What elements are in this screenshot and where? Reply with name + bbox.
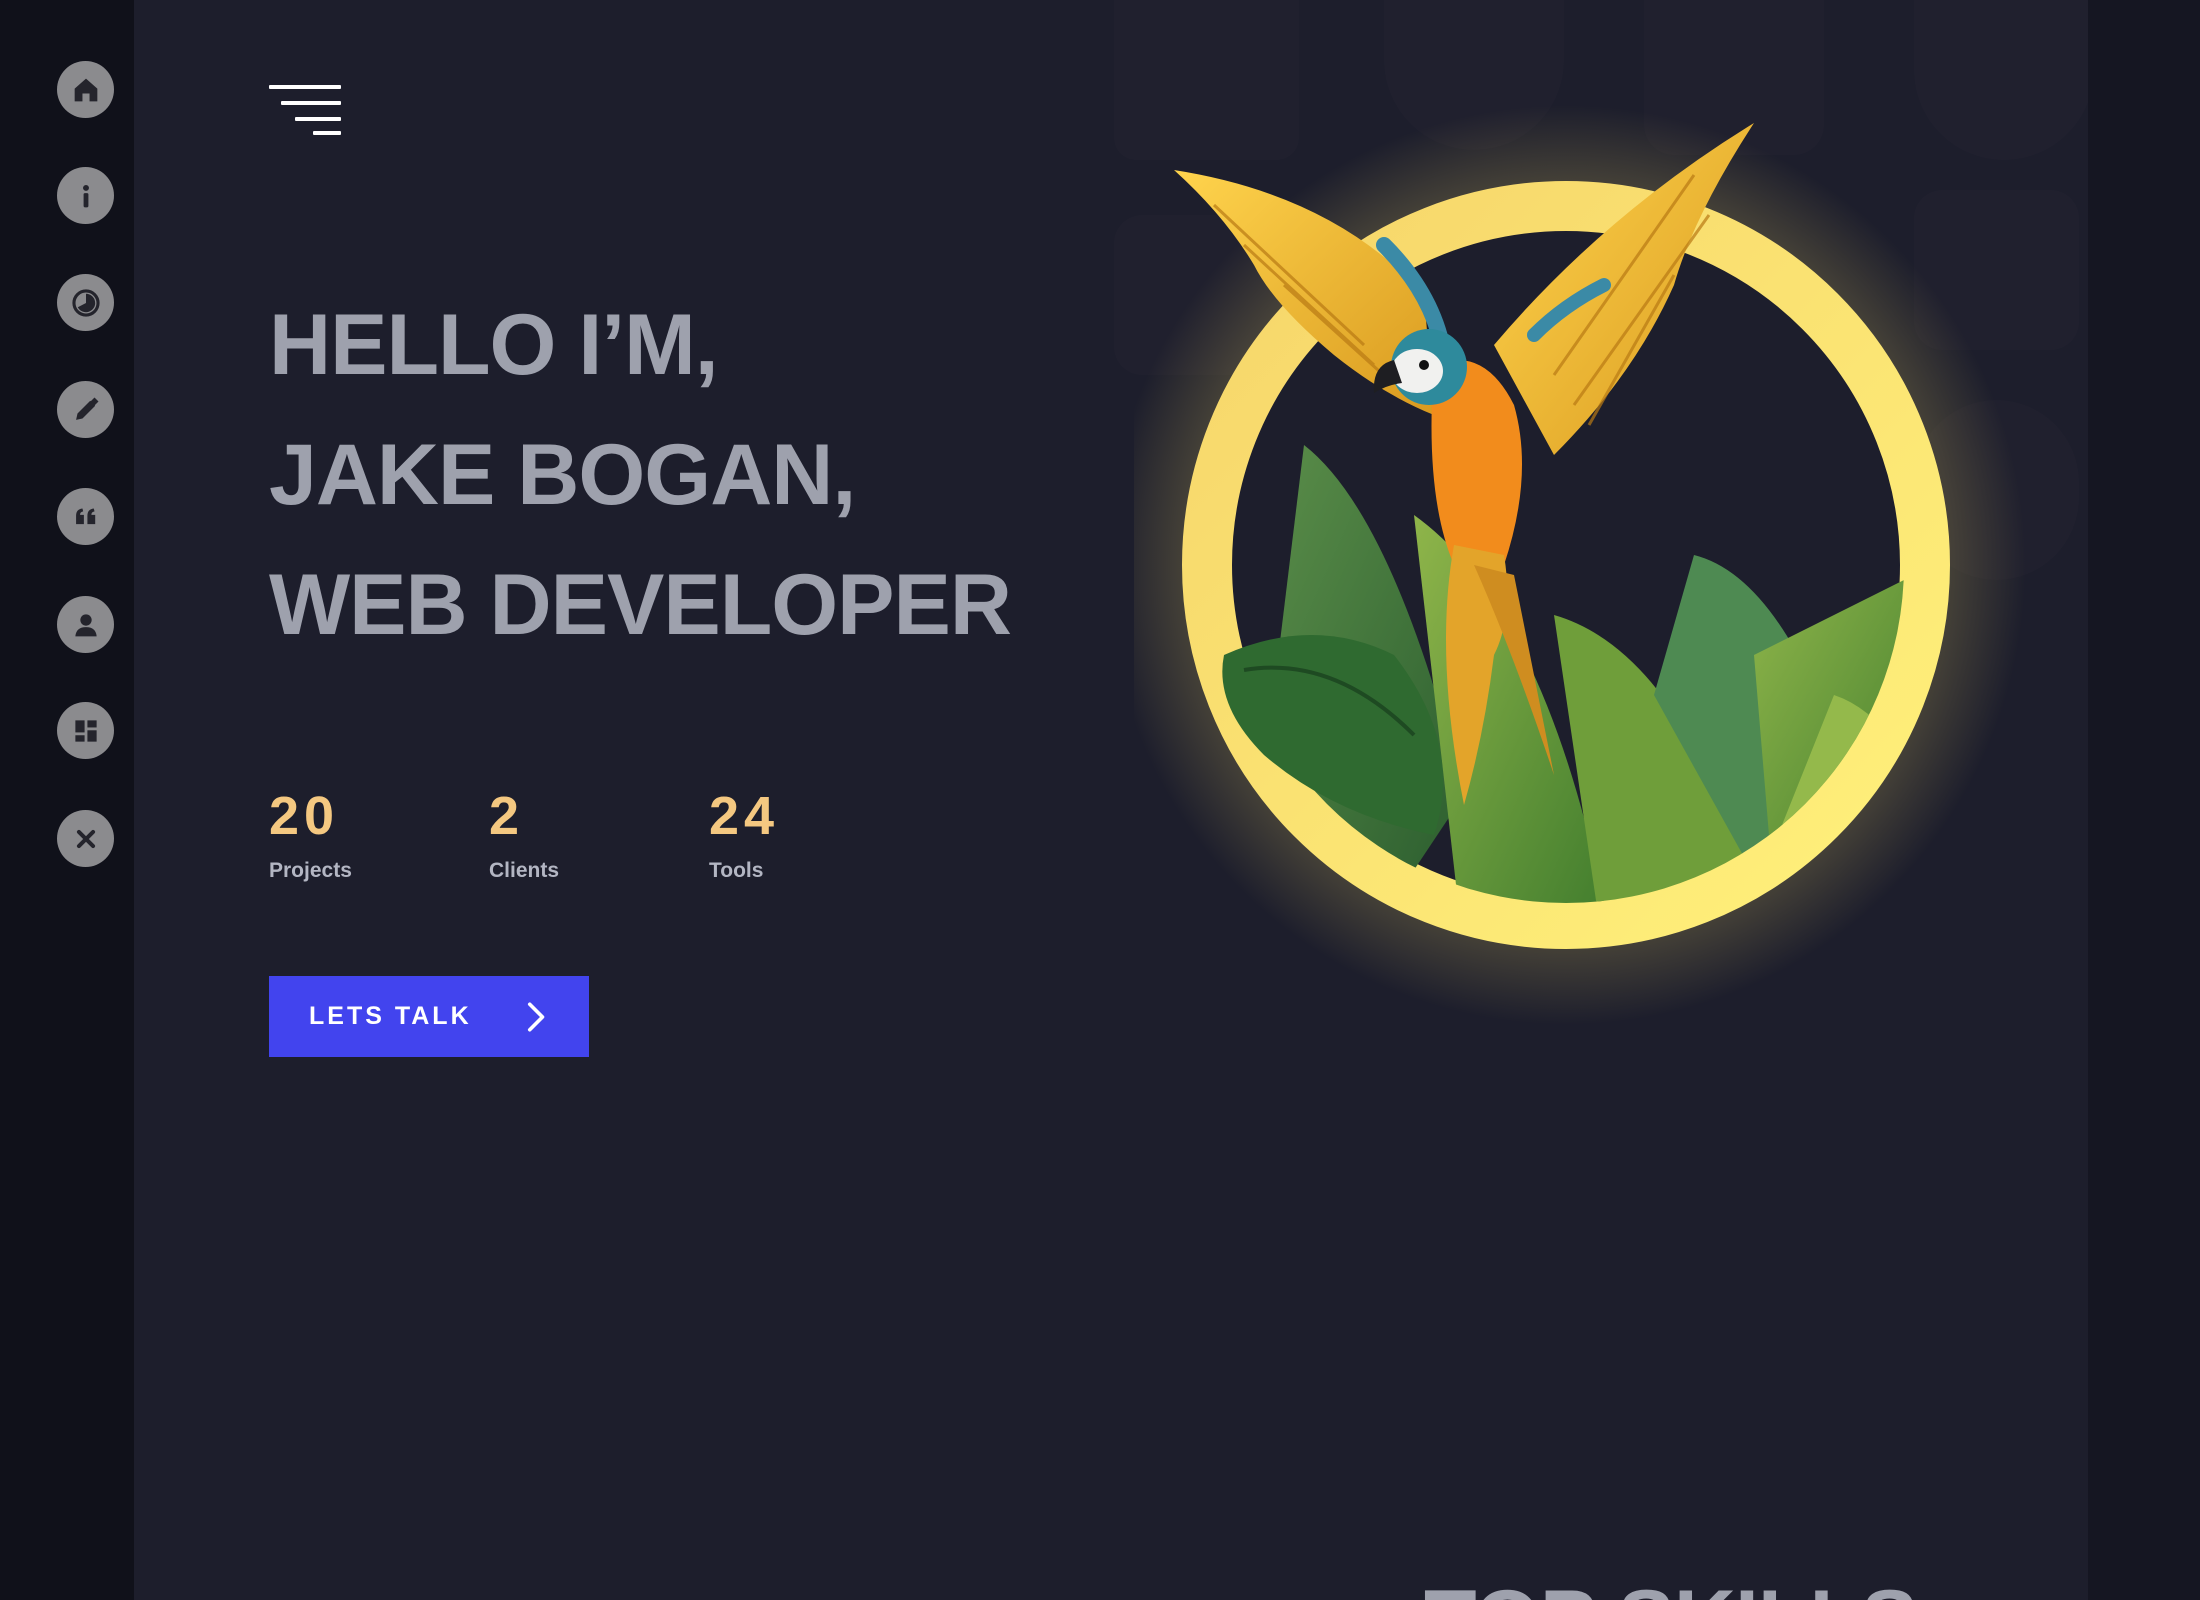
stat-clients: 2 Clients [489, 785, 709, 883]
sidebar-item-close[interactable] [57, 810, 114, 867]
stat-value: 24 [709, 786, 780, 846]
sidebar-item-home[interactable] [57, 61, 114, 118]
user-icon [74, 613, 97, 636]
home-icon [74, 78, 97, 101]
stat-tools: 24 Tools [709, 785, 929, 883]
close-icon [76, 829, 95, 848]
lets-talk-label: LETS TALK [309, 1002, 472, 1030]
stat-value: 2 [489, 786, 525, 846]
menu-toggle-button[interactable] [269, 83, 349, 139]
headline-line-1: HELLO I’M, [269, 297, 719, 393]
hamburger-menu-icon [269, 85, 341, 89]
quote-icon [75, 508, 95, 524]
right-edge-strip [2088, 0, 2200, 1600]
chevron-right-icon [527, 1002, 545, 1032]
stat-projects: 20 Projects [269, 785, 489, 883]
lets-talk-button[interactable]: LETS TALK [269, 976, 589, 1057]
sidebar-item-work[interactable] [57, 381, 114, 438]
pie-chart-icon [71, 288, 100, 317]
hamburger-line [281, 101, 341, 105]
hamburger-line [295, 117, 341, 121]
hamburger-line [313, 131, 341, 135]
sidebar-item-testimonials[interactable] [57, 488, 114, 545]
sidebar-item-profile[interactable] [57, 596, 114, 653]
sidebar-item-portfolio[interactable] [57, 702, 114, 759]
hero-illustration [1134, 105, 2026, 1025]
headline-line-2: JAKE BOGAN, [269, 427, 856, 523]
sidebar-nav [0, 0, 134, 1600]
section-title-top-skills: TOP SKILLS [1424, 1572, 1918, 1600]
headline-line-3: WEB DEVELOPER [269, 557, 1012, 653]
sidebar-item-skills[interactable] [57, 274, 114, 331]
info-icon [82, 184, 89, 207]
stat-label: Clients [489, 859, 560, 882]
stats-row: 20 Projects 2 Clients 24 Tools [269, 785, 929, 883]
main-panel: HELLO I’M, JAKE BOGAN, WEB DEVELOPER 20 … [134, 0, 2088, 1600]
pencil-icon [75, 396, 99, 420]
page: HELLO I’M, JAKE BOGAN, WEB DEVELOPER 20 … [0, 0, 2200, 1600]
stat-value: 20 [269, 786, 340, 846]
dashboard-icon [74, 719, 97, 742]
hero-headline: HELLO I’M, JAKE BOGAN, WEB DEVELOPER [269, 280, 1012, 670]
stat-label: Tools [709, 859, 764, 882]
stat-label: Projects [269, 859, 352, 882]
sidebar-item-about[interactable] [57, 167, 114, 224]
